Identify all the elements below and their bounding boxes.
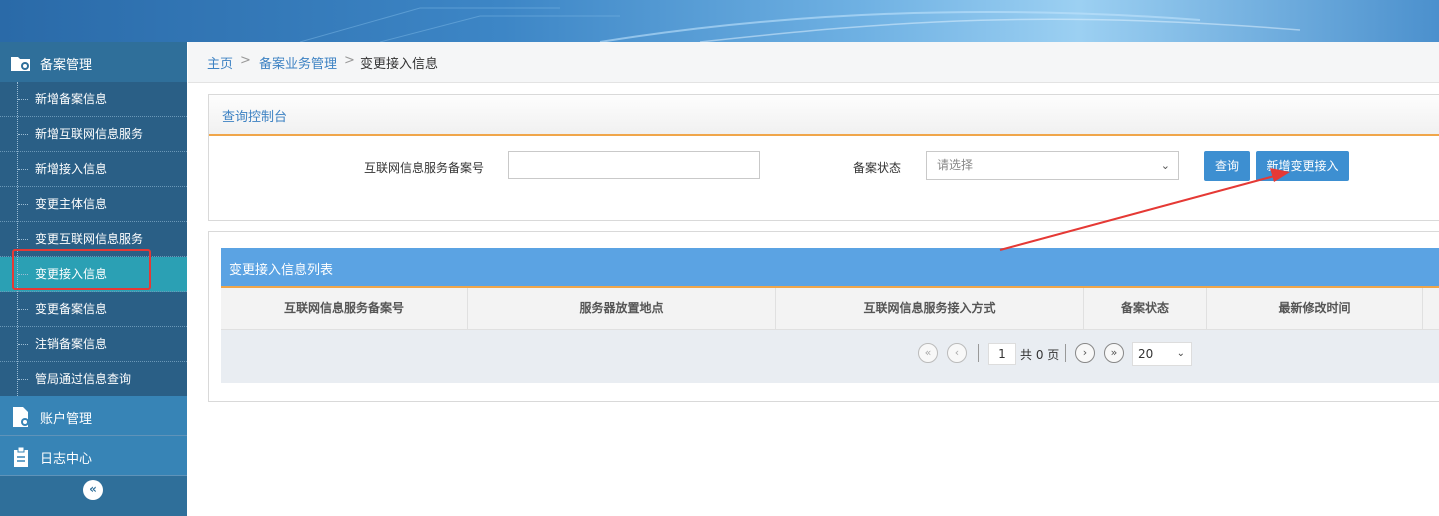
chevron-down-icon: ⌄ bbox=[1160, 159, 1170, 172]
breadcrumb: 主页 > 备案业务管理 > 变更接入信息 bbox=[188, 42, 1439, 83]
sidebar-item-label: 变更互联网信息服务 bbox=[35, 232, 144, 246]
table-header: 互联网信息服务备案号 服务器放置地点 互联网信息服务接入方式 备案状态 最新修改… bbox=[221, 288, 1439, 330]
pagination-bar bbox=[221, 330, 1439, 383]
last-page-icon[interactable]: » bbox=[1104, 343, 1124, 363]
beian-number-label: 互联网信息服务备案号 bbox=[364, 161, 485, 175]
menu-group-beian[interactable]: 备案管理 bbox=[0, 42, 187, 82]
tree-line bbox=[17, 82, 18, 414]
query-panel-title: 查询控制台 bbox=[222, 110, 288, 125]
tree-dash bbox=[18, 134, 28, 135]
menu-group-beian-label: 备案管理 bbox=[40, 58, 93, 73]
sidebar-item-add-internet-service[interactable]: 新增互联网信息服务 bbox=[0, 117, 187, 152]
query-panel-header: 查询控制台 bbox=[209, 95, 1439, 136]
sidebar-item-label: 管局通过信息查询 bbox=[35, 372, 132, 386]
sidebar-item-label: 新增备案信息 bbox=[35, 92, 108, 106]
breadcrumb-home[interactable]: 主页 bbox=[207, 53, 233, 72]
sidebar-item-label: 变更备案信息 bbox=[35, 302, 108, 316]
list-header: 变更接入信息列表 bbox=[221, 248, 1439, 288]
pagination-separator bbox=[978, 344, 979, 362]
sidebar-item-label: 新增接入信息 bbox=[35, 162, 108, 176]
column-beian-number[interactable]: 互联网信息服务备案号 bbox=[221, 288, 468, 329]
sidebar-item-add-access[interactable]: 新增接入信息 bbox=[0, 152, 187, 187]
beian-submenu: 新增备案信息 新增互联网信息服务 新增接入信息 变更主体信息 变更互联网信息服务… bbox=[0, 82, 187, 397]
column-beian-status[interactable]: 备案状态 bbox=[1084, 288, 1207, 329]
collapse-sidebar-icon[interactable]: « bbox=[83, 480, 103, 500]
chevron-down-icon: ⌄ bbox=[1176, 348, 1185, 359]
sidebar-item-change-beian[interactable]: 变更备案信息 bbox=[0, 292, 187, 327]
beian-status-select[interactable]: 请选择 ⌄ bbox=[926, 151, 1179, 180]
total-pages-text: 共 0 页 bbox=[1020, 348, 1060, 362]
list-title: 变更接入信息列表 bbox=[229, 263, 334, 278]
menu-group-account[interactable]: 账户管理 bbox=[0, 396, 187, 436]
sidebar-item-cancel-beian[interactable]: 注销备案信息 bbox=[0, 327, 187, 362]
beian-status-label: 备案状态 bbox=[853, 161, 902, 175]
beian-number-input[interactable] bbox=[508, 151, 760, 179]
sidebar-item-change-subject[interactable]: 变更主体信息 bbox=[0, 187, 187, 222]
banner-decoration bbox=[299, 7, 1301, 42]
page-size-value: 20 bbox=[1138, 347, 1154, 361]
sidebar-item-approved-query[interactable]: 管局通过信息查询 bbox=[0, 362, 187, 397]
breadcrumb-current: 变更接入信息 bbox=[360, 57, 439, 72]
tree-dash bbox=[18, 379, 28, 380]
column-access-method[interactable]: 互联网信息服务接入方式 bbox=[776, 288, 1084, 329]
prev-page-icon[interactable]: ‹ bbox=[947, 343, 967, 363]
tree-dash bbox=[18, 309, 28, 310]
tree-dash bbox=[18, 344, 28, 345]
sidebar-item-label: 注销备案信息 bbox=[35, 337, 108, 351]
tree-dash bbox=[18, 169, 28, 170]
folder-gear-icon bbox=[11, 57, 30, 71]
document-gear-icon bbox=[13, 407, 29, 427]
page-size-select[interactable]: 20 ⌄ bbox=[1132, 342, 1192, 366]
clipboard-icon bbox=[14, 446, 28, 467]
next-page-icon[interactable]: › bbox=[1075, 343, 1095, 363]
first-page-icon[interactable]: « bbox=[918, 343, 938, 363]
beian-status-placeholder: 请选择 bbox=[937, 158, 974, 172]
menu-group-log[interactable]: 日志中心 bbox=[0, 436, 187, 476]
divider bbox=[0, 475, 187, 476]
add-change-access-button[interactable]: 新增变更接入 bbox=[1256, 151, 1349, 181]
query-panel: 查询控制台 bbox=[208, 94, 1439, 221]
menu-group-log-label: 日志中心 bbox=[40, 452, 93, 467]
annotation-highlight-box bbox=[12, 249, 151, 290]
breadcrumb-section[interactable]: 备案业务管理 bbox=[259, 53, 337, 72]
breadcrumb-separator: > bbox=[240, 53, 251, 68]
sidebar-item-label: 变更主体信息 bbox=[35, 197, 108, 211]
tree-dash bbox=[18, 204, 28, 205]
tree-dash bbox=[18, 99, 28, 100]
top-banner bbox=[0, 0, 1439, 42]
pagination-separator bbox=[1065, 344, 1066, 362]
sidebar-item-label: 新增互联网信息服务 bbox=[35, 127, 144, 141]
column-server-location[interactable]: 服务器放置地点 bbox=[468, 288, 776, 329]
column-last-modified[interactable]: 最新修改时间 bbox=[1207, 288, 1423, 329]
search-button[interactable]: 查询 bbox=[1204, 151, 1250, 181]
page-number-input[interactable]: 1 bbox=[988, 343, 1016, 365]
breadcrumb-separator: > bbox=[344, 53, 355, 68]
menu-group-account-label: 账户管理 bbox=[40, 412, 93, 427]
tree-dash bbox=[18, 239, 28, 240]
sidebar-item-add-beian[interactable]: 新增备案信息 bbox=[0, 82, 187, 117]
